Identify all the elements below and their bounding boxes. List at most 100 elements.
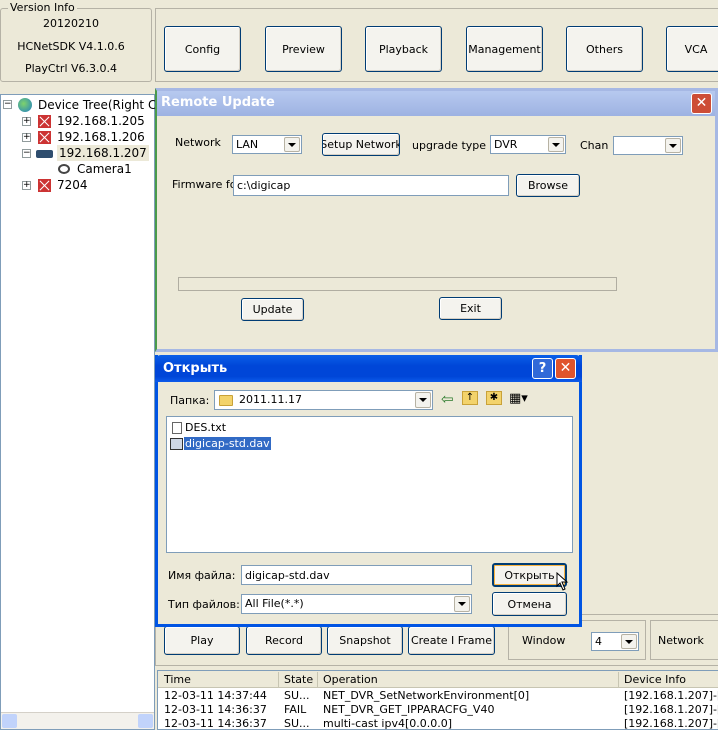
camera-icon: [58, 164, 70, 174]
col-divider: [278, 672, 279, 687]
col-divider: [618, 672, 619, 687]
chevron-down-icon[interactable]: [548, 137, 564, 152]
remote-update-titlebar[interactable]: Remote Update ✕: [157, 91, 715, 116]
chan-label: Chan: [580, 139, 609, 152]
chan-select[interactable]: [613, 136, 683, 155]
folder-select[interactable]: 2011.11.17: [214, 390, 433, 410]
back-icon[interactable]: ⇦: [441, 390, 454, 408]
expand-toggle[interactable]: +: [22, 181, 31, 190]
tree-node-device[interactable]: 192.168.1.206: [57, 129, 145, 145]
col-time[interactable]: Time: [164, 673, 191, 686]
log-time: 12-03-11 14:36:37: [164, 717, 267, 730]
collapse-toggle[interactable]: −: [3, 100, 12, 109]
remote-update-window: Remote Update ✕: [155, 88, 718, 352]
tree-node-device-selected[interactable]: 192.168.1.207: [57, 145, 149, 161]
upgrade-type-select[interactable]: DVR: [490, 135, 566, 154]
log-state: FAIL: [284, 703, 307, 716]
log-time: 12-03-11 14:37:44: [164, 689, 267, 702]
filetype-select[interactable]: All File(*.*): [241, 594, 472, 614]
scroll-right-icon[interactable]: [138, 714, 153, 728]
play-button[interactable]: Play: [164, 626, 240, 655]
log-state: SU...: [284, 689, 310, 702]
expand-toggle[interactable]: +: [22, 133, 31, 142]
create-iframe-button[interactable]: Create I Frame: [408, 626, 495, 655]
record-button[interactable]: Record: [246, 626, 322, 655]
cancel-button[interactable]: Отмена: [492, 592, 567, 616]
log-operation: NET_DVR_SetNetworkEnvironment[0]: [323, 689, 530, 702]
chevron-down-icon[interactable]: [284, 137, 300, 152]
expand-toggle[interactable]: +: [22, 117, 31, 126]
log-device: [192.168.1.207]-[19: [624, 703, 718, 716]
tree-node-camera[interactable]: Camera1: [77, 161, 132, 177]
setup-network-button[interactable]: Setup Network: [322, 133, 400, 156]
snapshot-button[interactable]: Snapshot: [327, 626, 403, 655]
table-row[interactable]: 12-03-11 14:37:44 SU... NET_DVR_SetNetwo…: [158, 689, 718, 703]
col-state[interactable]: State: [284, 673, 313, 686]
offline-device-icon: [38, 179, 51, 192]
dvr-device-icon: [36, 150, 53, 158]
offline-device-icon: [38, 131, 51, 144]
dav-file-icon: [170, 438, 183, 450]
exit-button[interactable]: Exit: [439, 297, 502, 320]
version-playctrl: PlayCtrl V6.3.0.4: [24, 62, 118, 75]
vca-button[interactable]: VCA: [666, 26, 718, 72]
window-select[interactable]: 4: [591, 632, 639, 651]
network-select[interactable]: LAN: [232, 135, 302, 154]
collapse-toggle[interactable]: −: [22, 149, 31, 158]
preview-button[interactable]: Preview: [265, 26, 342, 72]
table-row[interactable]: 12-03-11 14:36:37 FAIL NET_DVR_GET_IPPAR…: [158, 703, 718, 717]
network-label: Network: [175, 136, 221, 149]
chevron-down-icon[interactable]: [454, 596, 470, 612]
scroll-left-icon[interactable]: [2, 714, 17, 728]
config-button[interactable]: Config: [164, 26, 241, 72]
playback-button[interactable]: Playback: [365, 26, 442, 72]
log-device: [192.168.1.207]-[19: [624, 717, 718, 730]
filename-input[interactable]: digicap-std.dav: [241, 565, 472, 585]
firmware-label: Firmware for: [172, 178, 242, 191]
device-tree[interactable]: − Device Tree(Right Click + 192.168.1.20…: [0, 94, 177, 730]
management-button[interactable]: Management: [466, 26, 543, 72]
firmware-path-input[interactable]: c:\digicap: [233, 175, 509, 196]
close-icon[interactable]: ✕: [555, 358, 576, 379]
update-button[interactable]: Update: [241, 298, 304, 321]
list-item-selected[interactable]: digicap-std.dav: [184, 437, 271, 450]
view-menu-icon[interactable]: ▦▾: [509, 391, 528, 406]
others-button[interactable]: Others: [566, 26, 643, 72]
log-header: Time State Operation Device Info: [158, 671, 718, 688]
help-icon[interactable]: ?: [532, 358, 553, 379]
update-progress-bar: [178, 277, 617, 291]
window-label: Window: [522, 634, 566, 647]
file-list[interactable]: DES.txt digicap-std.dav: [166, 416, 573, 553]
col-operation[interactable]: Operation: [323, 673, 378, 686]
version-sdk: HCNetSDK V4.1.0.6: [17, 40, 125, 53]
log-time: 12-03-11 14:36:37: [164, 703, 267, 716]
version-build: 20120210: [43, 17, 99, 30]
globe-icon: [18, 98, 32, 112]
browse-button[interactable]: Browse: [516, 174, 580, 197]
tree-hscrollbar[interactable]: [1, 712, 154, 729]
upgrade-type-label: upgrade type: [412, 139, 487, 152]
folder-label: Папка:: [170, 394, 210, 407]
log-operation: NET_DVR_GET_IPPARACFG_V40: [323, 703, 495, 716]
open-dialog-title: Открыть: [163, 361, 228, 376]
open-dialog-titlebar[interactable]: Открыть ? ✕: [155, 355, 582, 382]
log-state: SU...: [284, 717, 310, 730]
new-folder-icon[interactable]: ✱: [486, 391, 502, 405]
col-divider: [317, 672, 318, 687]
folder-icon: [219, 395, 233, 406]
tree-node-device[interactable]: 192.168.1.205: [57, 113, 145, 129]
list-item[interactable]: DES.txt: [185, 421, 226, 434]
col-device-info[interactable]: Device Info: [624, 673, 686, 686]
table-row[interactable]: 12-03-11 14:36:37 SU... multi-cast ipv4[…: [158, 717, 718, 730]
filetype-label: Тип файлов:: [168, 598, 240, 611]
chevron-down-icon[interactable]: [621, 634, 637, 649]
up-folder-icon[interactable]: ↑: [462, 391, 478, 405]
tree-node-device[interactable]: 7204: [57, 177, 88, 193]
chevron-down-icon[interactable]: [665, 138, 681, 153]
filename-label: Имя файла:: [168, 569, 236, 582]
text-file-icon: [172, 422, 182, 434]
close-icon[interactable]: ✕: [691, 93, 712, 114]
log-table[interactable]: Time State Operation Device Info 12-03-1…: [157, 670, 718, 730]
chevron-down-icon[interactable]: [415, 392, 431, 408]
log-operation: multi-cast ipv4[0.0.0.0]: [323, 717, 453, 730]
